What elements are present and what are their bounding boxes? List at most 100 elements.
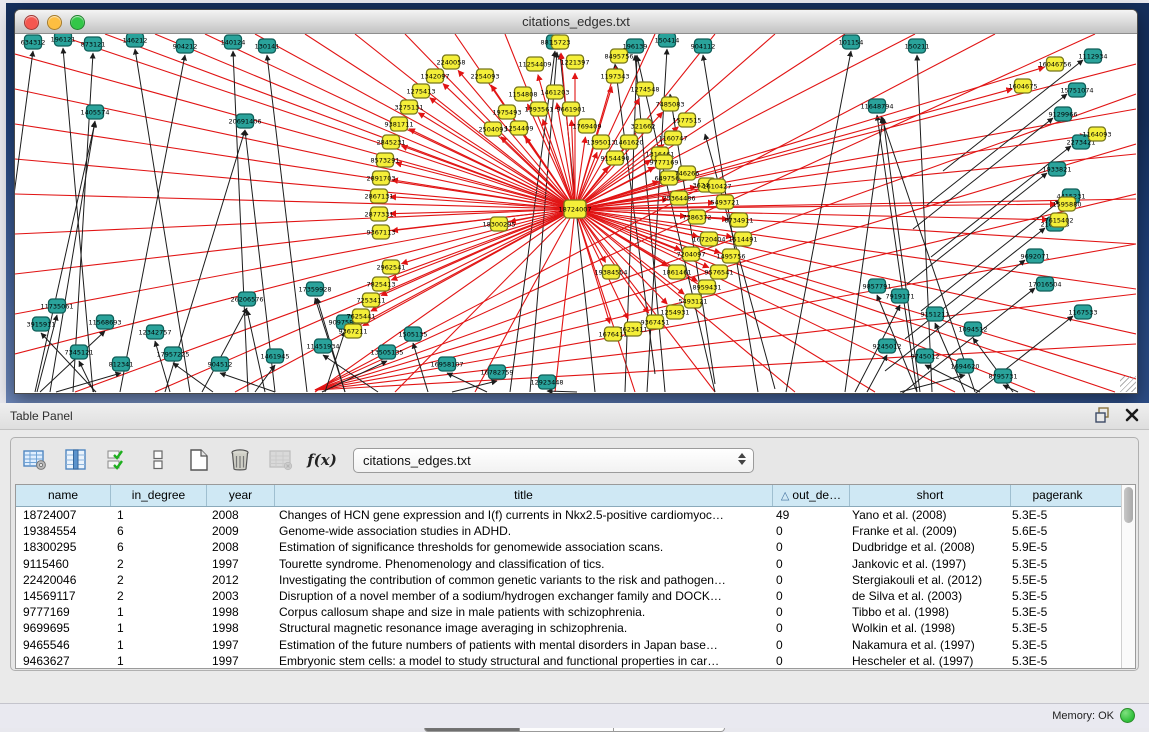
cell-pagerank: 5.6E-5 [1005,523,1098,539]
graph-node-label: 11568693 [88,318,121,326]
table-row[interactable]: 1872400712008Changes of HCN gene express… [16,507,1121,523]
cell-out_degree: 0 [769,572,845,588]
graph-node-label: 11254409 [518,60,551,68]
black-edge[interactable] [705,134,775,389]
create-column-icon[interactable] [185,447,213,473]
graph-node-label: 9576541 [705,268,734,276]
close-panel-icon[interactable] [1125,408,1139,422]
table-row[interactable]: 946554611997Estimation of the future num… [16,637,1121,653]
black-edge[interactable] [56,373,121,392]
resize-grip[interactable] [1120,376,1136,392]
select-all-columns-icon[interactable] [103,447,131,473]
column-header-year[interactable]: year [207,485,275,506]
red-edge[interactable] [381,209,575,296]
black-edge[interactable] [202,308,247,392]
red-edge[interactable] [555,209,575,392]
table-mode-icon[interactable] [21,447,49,473]
cell-pagerank: 5.3E-5 [1005,604,1098,620]
graph-node-label: 12342757 [138,328,171,336]
column-header-pagerank[interactable]: pagerank [1011,485,1104,506]
cell-short: Tibbo et al. (1998) [845,604,1005,620]
scrollbar-thumb[interactable] [1124,487,1133,523]
graph-node-label: 1221397 [561,58,590,66]
graph-node-label: 8959431 [693,283,722,291]
cell-short: Hescheler et al. (1997) [845,653,1005,668]
delete-column-icon[interactable] [226,447,254,473]
graph-node-label: 7825413 [367,280,396,288]
cell-pagerank: 5.5E-5 [1005,572,1098,588]
table-row[interactable]: 969969511998Structural magnetic resonanc… [16,620,1121,636]
table-panel-title: Table Panel [0,403,1149,429]
column-header-short[interactable]: short [850,485,1011,506]
black-edge[interactable] [15,51,33,392]
black-edge[interactable] [233,51,248,392]
black-edge[interactable] [907,173,1047,284]
black-edge[interactable] [786,51,851,392]
memory-status-icon[interactable] [1120,708,1135,723]
graph-node-label: 146212 [123,36,148,44]
cell-out_degree: 0 [769,539,845,555]
graph-node-label: 7386372 [683,213,712,221]
black-edge[interactable] [120,55,185,392]
table-row[interactable]: 946362711997Embryonic stem cells: a mode… [16,653,1121,668]
graph-node-label: 9381711 [385,120,414,128]
graph-node-label: 1254931 [661,308,690,316]
table-row[interactable]: 977716911998Corpus callosum shape and si… [16,604,1121,620]
delete-table-icon [267,447,295,473]
float-panel-icon[interactable] [1095,407,1111,423]
graph-node-label: 2891703 [367,174,396,182]
network-view-window[interactable]: citations_edges.txt 63431219612187312114… [14,9,1138,394]
black-edge[interactable] [40,331,105,392]
window-title: citations_edges.txt [15,10,1137,33]
column-header-in_degree[interactable]: in_degree [111,485,207,506]
graph-node-label: 1094512 [959,325,988,333]
table-row[interactable]: 1830029562008Estimation of significance … [16,539,1121,555]
cell-year: 2008 [205,507,272,523]
black-edge[interactable] [927,94,1067,205]
table-row[interactable]: 1456911722003Disruption of a novel membe… [16,588,1121,604]
graph-node-label: 2962541 [377,263,406,271]
graph-node-label: 3915911 [27,320,56,328]
graph-node-label: 9129966 [1049,110,1078,118]
red-edge[interactable] [575,136,1086,209]
cell-short: Wolkin et al. (1998) [845,620,1005,636]
table-row[interactable]: 911546021997Tourette syndrome. Phenomeno… [16,556,1121,572]
minimize-window-icon[interactable] [47,15,62,30]
column-header-title[interactable]: title [275,485,773,506]
black-edge[interactable] [900,375,965,392]
column-header-out_degree[interactable]: △ out_de… [773,485,850,506]
cell-title: Changes of HCN gene expression and I(f) … [272,507,769,523]
graph-node-label: 9367211 [339,327,368,335]
close-window-icon[interactable] [24,15,39,30]
black-edge[interactable] [867,355,887,392]
vertical-scrollbar[interactable] [1121,485,1135,668]
memory-status-label: Memory: OK [1052,710,1114,722]
table-row[interactable]: 2242004622012Investigating the contribut… [16,572,1121,588]
network-canvas[interactable]: 6343121961218731211462129042121401241301… [15,34,1137,393]
black-edge[interactable] [547,391,577,392]
black-edge[interactable] [267,55,307,392]
cell-name: 9699695 [16,620,110,636]
table-selector-dropdown[interactable]: citations_edges.txt [353,448,754,473]
function-builder-icon[interactable]: f(x) [308,447,336,473]
cell-pagerank: 5.3E-5 [1005,507,1098,523]
graph-node-label: 1274548 [631,85,660,93]
zoom-window-icon[interactable] [70,15,85,30]
unselect-all-columns-icon[interactable] [144,447,172,473]
graph-node-label: 196121 [51,35,76,43]
graph-node-label: 2867131 [365,192,394,200]
window-titlebar[interactable]: citations_edges.txt [15,10,1137,34]
black-edge[interactable] [452,381,497,392]
show-columns-icon[interactable] [62,447,90,473]
graph-node-label: 1461203 [541,88,570,96]
column-header-name[interactable]: name [16,485,111,506]
table-row[interactable]: 1938455462009Genome-wide association stu… [16,523,1121,539]
graph-node-label: 746266 [675,169,700,177]
cell-title: Estimation of significance thresholds fo… [272,539,769,555]
red-edge[interactable] [371,209,575,311]
black-edge[interactable] [255,365,275,392]
red-edge[interactable] [575,89,1012,209]
black-edge[interactable] [845,118,883,392]
red-edge[interactable] [501,137,575,209]
graph-node-label: 9661901 [557,105,586,113]
